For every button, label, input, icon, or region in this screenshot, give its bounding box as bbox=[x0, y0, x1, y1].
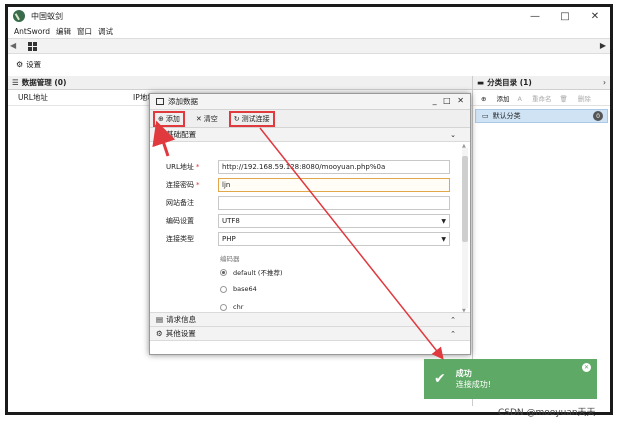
url-field[interactable]: http://192.168.59.128:8080/mooyuan.php%0… bbox=[218, 160, 450, 174]
menu-bar: AntSword 编辑 窗口 调试 bbox=[8, 25, 610, 38]
data-panel-title: 数据管理 (0) bbox=[21, 78, 67, 87]
chevron-right-icon[interactable]: › bbox=[603, 78, 606, 87]
x-icon: ✕ bbox=[195, 114, 202, 123]
add-data-dialog: 添加数据 _ □ ✕ ⊕ 添加 ✕ 清空 ↻ 测试连接 ▤ 基础配置 ⌄ URL… bbox=[149, 93, 471, 355]
dialog-test-connection-button[interactable]: ↻ 测试连接 bbox=[228, 110, 275, 127]
dialog-title: 添加数据 bbox=[168, 97, 198, 106]
menu-window[interactable]: 窗口 bbox=[77, 26, 92, 37]
category-item-label: 默认分类 bbox=[492, 112, 521, 120]
gear-icon: ⚙ bbox=[16, 59, 24, 69]
password-row: 连接密码 * ljn bbox=[150, 178, 460, 192]
screenshot-frame: 中国蚁剑 — □ ✕ AntSword 编辑 窗口 调试 ◀ ▶ ⚙ 设置 ☰ … bbox=[5, 4, 613, 415]
folder-icon: ▬ bbox=[477, 78, 485, 87]
type-label: 连接类型 bbox=[166, 235, 194, 243]
menu-debug[interactable]: 调试 bbox=[98, 26, 113, 37]
dialog-add-button[interactable]: ⊕ 添加 bbox=[153, 110, 185, 127]
list-icon: ☰ bbox=[12, 78, 19, 87]
encoding-select[interactable]: UTF8 ▼ bbox=[218, 214, 450, 228]
encoding-label: 编码设置 bbox=[166, 217, 194, 225]
note-field[interactable] bbox=[218, 196, 450, 210]
scrollbar-thumb[interactable] bbox=[462, 156, 468, 242]
url-label: URL地址 * bbox=[166, 163, 200, 171]
tab-scroll-left-icon[interactable]: ◀ bbox=[10, 41, 16, 50]
category-panel-title: 分类目录 (1) bbox=[487, 78, 532, 87]
minimize-button[interactable]: — bbox=[520, 7, 550, 25]
window-icon bbox=[156, 98, 164, 105]
category-panel-header: ▬ 分类目录 (1) › bbox=[473, 76, 610, 90]
toast-message: 连接成功! bbox=[455, 380, 491, 389]
refresh-icon: ↻ bbox=[233, 114, 240, 123]
dropdown-icon: ▼ bbox=[441, 235, 446, 243]
category-rename-button[interactable]: A 重命名 bbox=[518, 93, 552, 103]
section-basic-config[interactable]: ▤ 基础配置 ⌄ bbox=[150, 128, 470, 142]
radio-selected-icon[interactable] bbox=[220, 268, 227, 276]
encoder-option-chr[interactable]: chr bbox=[220, 303, 243, 311]
dialog-title-bar: 添加数据 _ □ ✕ bbox=[150, 94, 470, 110]
data-panel-header: ☰ 数据管理 (0) bbox=[8, 76, 472, 90]
chevron-up-icon: ⌃ bbox=[450, 315, 456, 324]
grid-tab-icon[interactable] bbox=[28, 42, 38, 51]
toast-title: 成功 bbox=[455, 369, 472, 378]
type-select[interactable]: PHP ▼ bbox=[218, 232, 450, 246]
basic-config-form: URL地址 * http://192.168.59.128:8080/mooyua… bbox=[150, 142, 470, 314]
success-toast: ✔ 成功 连接成功! ✕ bbox=[424, 359, 597, 399]
title-bar: 中国蚁剑 — □ ✕ bbox=[8, 7, 610, 25]
dialog-window-controls[interactable]: _ □ ✕ bbox=[433, 96, 466, 105]
password-field[interactable]: ljn bbox=[218, 178, 450, 192]
password-label: 连接密码 * bbox=[166, 181, 200, 189]
watermark: CSDN @mooyuan天天 bbox=[498, 408, 596, 418]
encoder-option-default[interactable]: default (不推荐) bbox=[220, 267, 283, 277]
encoding-row: 编码设置 UTF8 ▼ bbox=[150, 214, 460, 228]
settings-button[interactable]: 设置 bbox=[26, 59, 41, 70]
close-button[interactable]: ✕ bbox=[580, 7, 610, 25]
note-row: 网站备注 bbox=[150, 196, 460, 210]
dropdown-icon: ▼ bbox=[441, 217, 446, 225]
chevron-up-icon: ⌃ bbox=[450, 329, 456, 338]
file-icon: ▤ bbox=[156, 315, 164, 324]
category-toolbar: ⊕ 添加 A 重命名 🗑 删除 bbox=[473, 90, 610, 106]
close-icon[interactable]: ✕ bbox=[582, 363, 591, 372]
radio-icon[interactable] bbox=[220, 303, 227, 311]
category-delete-button[interactable]: 🗑 删除 bbox=[560, 93, 591, 103]
cogs-icon: ⚙ bbox=[156, 329, 163, 338]
menu-edit[interactable]: 编辑 bbox=[56, 26, 71, 37]
chevron-down-icon: ⌄ bbox=[450, 130, 456, 139]
type-row: 连接类型 PHP ▼ bbox=[150, 232, 460, 246]
category-item-default[interactable]: ▭ 默认分类 0 bbox=[475, 109, 608, 123]
window-controls: — □ ✕ bbox=[520, 7, 610, 25]
folder-open-icon: ▭ bbox=[482, 112, 489, 120]
category-count-badge: 0 bbox=[593, 111, 603, 121]
menu-antsword[interactable]: AntSword bbox=[14, 27, 50, 36]
note-label: 网站备注 bbox=[166, 199, 194, 207]
section-other-settings[interactable]: ⚙ 其他设置 ⌃ bbox=[150, 327, 470, 341]
radio-icon[interactable] bbox=[220, 285, 227, 293]
file-icon: ▤ bbox=[156, 130, 164, 139]
tab-bar: ◀ ▶ bbox=[8, 38, 610, 54]
maximize-button[interactable]: □ bbox=[550, 7, 580, 25]
check-icon: ✔ bbox=[434, 371, 446, 387]
encoder-option-base64[interactable]: base64 bbox=[220, 285, 257, 293]
tab-scroll-right-icon[interactable]: ▶ bbox=[600, 41, 606, 50]
app-window: 中国蚁剑 — □ ✕ AntSword 编辑 窗口 调试 ◀ ▶ ⚙ 设置 ☰ … bbox=[8, 7, 610, 412]
plus-circle-icon: ⊕ bbox=[158, 114, 164, 123]
column-url[interactable]: URL地址 bbox=[18, 92, 133, 103]
category-panel: ▬ 分类目录 (1) › ⊕ 添加 A 重命名 🗑 删除 ▭ 默认分类 0 bbox=[473, 76, 610, 406]
encoder-title: 编码器 bbox=[220, 255, 240, 263]
form-scrollbar[interactable]: ▲ ▼ bbox=[462, 143, 468, 314]
dialog-toolbar: ⊕ 添加 ✕ 清空 ↻ 测试连接 bbox=[150, 110, 470, 128]
url-row: URL地址 * http://192.168.59.128:8080/mooyua… bbox=[150, 160, 460, 174]
settings-toolbar: ⚙ 设置 bbox=[8, 57, 610, 71]
window-title: 中国蚁剑 bbox=[31, 11, 63, 21]
category-add-button[interactable]: ⊕ 添加 bbox=[481, 93, 510, 103]
antsword-logo-icon bbox=[13, 10, 25, 22]
dialog-clear-button[interactable]: ✕ 清空 bbox=[193, 113, 221, 125]
section-request-info[interactable]: ▤ 请求信息 ⌃ bbox=[150, 313, 470, 327]
